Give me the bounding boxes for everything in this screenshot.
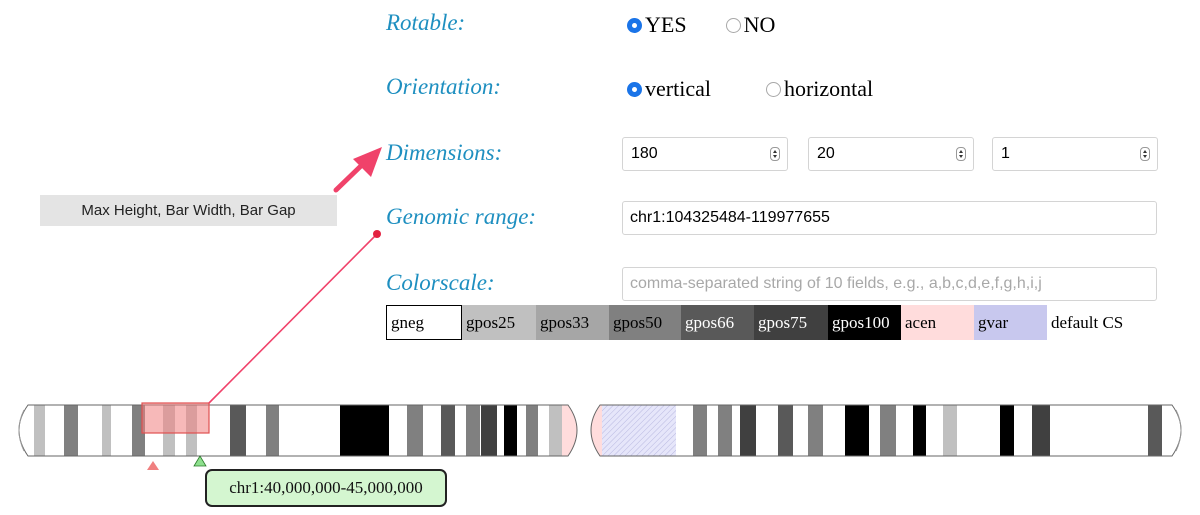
highlight-region[interactable] — [141, 402, 210, 434]
dimensions-arrow-icon — [333, 160, 367, 193]
band-gpos75 — [740, 405, 756, 456]
band-gpos100 — [340, 405, 389, 456]
band-gpos50 — [880, 405, 896, 456]
range-connector-line — [208, 233, 378, 404]
band-gpos100 — [913, 405, 926, 456]
band-gpos50 — [526, 405, 538, 456]
locus-label: chr1:40,000,000-45,000,000 — [205, 469, 447, 507]
band-gpos25 — [34, 405, 45, 456]
band-gpos100 — [845, 405, 869, 456]
start-marker-icon[interactable] — [147, 461, 159, 470]
band-gvar — [602, 405, 676, 456]
chromosome-p-arm — [19, 405, 577, 456]
band-gpos25 — [102, 405, 111, 456]
band-gpos75 — [1032, 405, 1050, 456]
band-gpos100 — [1000, 405, 1014, 456]
band-gpos75 — [481, 405, 497, 456]
band-gpos50 — [466, 405, 480, 456]
band-gpos50 — [693, 405, 707, 456]
band-gpos66 — [778, 405, 793, 456]
band-gpos50 — [407, 405, 423, 456]
band-gpos25 — [943, 405, 957, 456]
band-gpos50 — [718, 405, 732, 456]
band-gpos66 — [441, 405, 455, 456]
band-gpos50 — [266, 405, 279, 456]
ideogram-canvas — [18, 147, 1182, 470]
band-gpos100 — [504, 405, 517, 456]
connector-end-dot — [373, 230, 381, 238]
band-gpos66 — [1148, 405, 1162, 456]
band-gpos50 — [808, 405, 823, 456]
band-gpos25 — [549, 405, 562, 456]
end-marker-icon[interactable] — [193, 455, 207, 467]
band-gpos50 — [64, 405, 78, 456]
chromosome-q-arm — [591, 405, 1181, 456]
band-gpos66 — [230, 405, 246, 456]
